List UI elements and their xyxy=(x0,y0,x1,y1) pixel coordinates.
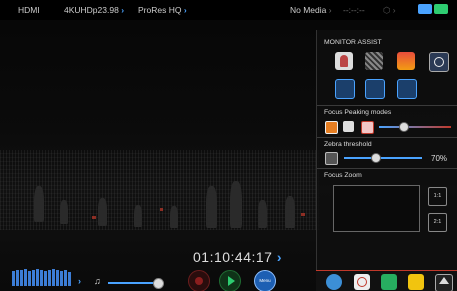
audio-meters[interactable] xyxy=(12,268,74,286)
timecode-value: 01:10:44:17 xyxy=(193,249,273,265)
meter-bar xyxy=(48,270,51,286)
remaining-time: --:--:-- xyxy=(343,5,365,15)
zoom-2-1-button[interactable]: 2:1 xyxy=(428,213,447,232)
focus-zoom-title: Focus Zoom xyxy=(324,172,362,179)
color-channels-icon[interactable] xyxy=(429,52,449,72)
meter-bar xyxy=(56,270,59,286)
peaking-mode-red-icon[interactable] xyxy=(361,121,374,134)
person-silhouette xyxy=(170,206,178,228)
meter-bar xyxy=(12,271,15,286)
safe-area-icon[interactable] xyxy=(365,79,385,99)
peaking-slider-knob[interactable] xyxy=(399,122,409,132)
person-silhouette xyxy=(98,198,107,226)
monitor-assist-title: MONITOR ASSIST xyxy=(324,39,382,46)
media-status[interactable]: No Media › xyxy=(290,5,332,15)
focus-peaking-icon[interactable] xyxy=(397,52,415,70)
person-silhouette xyxy=(60,200,68,224)
focus-peaking-title: Focus Peaking modes xyxy=(324,109,392,116)
video-format-label: 4KUHDp23.98 xyxy=(64,5,119,15)
disk-icon: ⬡ › xyxy=(383,5,396,15)
meter-bar xyxy=(44,271,47,286)
zebra-toggle-icon[interactable] xyxy=(325,152,338,165)
chevron-right-icon[interactable]: › xyxy=(78,276,81,286)
crosshair-icon[interactable] xyxy=(354,274,370,290)
zebra-threshold-value: 70% xyxy=(431,154,448,163)
tool-tray xyxy=(316,270,457,291)
video-noise-texture xyxy=(0,150,320,230)
meter-bar xyxy=(20,270,23,286)
person-silhouette xyxy=(230,181,242,228)
headphone-volume-track[interactable] xyxy=(108,282,158,284)
false-color-icon[interactable] xyxy=(335,52,353,70)
monitor-assist-panel: MONITOR ASSIST Focus Peaking modes Zebra… xyxy=(316,30,457,270)
zebra-icon[interactable] xyxy=(365,52,383,70)
peaking-mode-mono-icon[interactable] xyxy=(343,121,354,132)
timecode-display[interactable]: 01:10:44:17 › xyxy=(193,249,282,265)
crosshair-ring xyxy=(357,277,367,287)
media-label: No Media xyxy=(290,5,327,15)
codec-label: ProRes HQ xyxy=(138,5,182,15)
battery-b-icon xyxy=(434,4,448,14)
zoom-1-1-button[interactable]: 1:1 xyxy=(428,187,447,206)
notes-icon[interactable] xyxy=(408,274,424,290)
record-icon xyxy=(195,277,203,285)
chevron-right-icon: › xyxy=(183,5,187,15)
person-silhouette xyxy=(206,186,217,228)
circles-icon xyxy=(434,57,444,67)
divider xyxy=(317,168,457,169)
codec-setting[interactable]: ProRes HQ › xyxy=(138,5,187,15)
meter-bar xyxy=(32,270,35,286)
record-button[interactable] xyxy=(188,270,210,291)
meter-bar xyxy=(60,271,63,286)
zebra-threshold-title: Zebra threshold xyxy=(324,141,372,148)
meter-bar xyxy=(24,269,27,286)
divider xyxy=(317,105,457,106)
chevron-right-icon: › xyxy=(276,249,283,265)
battery-a-icon xyxy=(418,4,432,14)
menu-icon: Menu xyxy=(259,278,271,283)
zebra-slider-track[interactable] xyxy=(344,157,422,159)
anamorphic-icon[interactable] xyxy=(397,79,417,99)
chevron-right-icon: › xyxy=(121,5,125,15)
person-silhouette xyxy=(258,200,267,228)
eject-icon[interactable] xyxy=(435,274,453,291)
divider xyxy=(317,137,457,138)
menu-button[interactable]: Menu xyxy=(254,270,276,291)
person-silhouette xyxy=(34,186,44,222)
scopes-icon[interactable] xyxy=(326,274,342,290)
person-icon xyxy=(340,55,348,67)
flag-icon[interactable] xyxy=(381,274,397,290)
meter-bar xyxy=(16,270,19,286)
peaking-highlight xyxy=(301,213,305,216)
status-bar: HDMI 4KUHDp23.98 › ProRes HQ › No Media … xyxy=(0,0,457,20)
monitor-screen: HDMI 4KUHDp23.98 › ProRes HQ › No Media … xyxy=(0,0,457,291)
play-icon xyxy=(228,276,235,286)
peaking-highlight xyxy=(92,216,96,219)
input-source[interactable]: HDMI xyxy=(18,5,40,15)
meter-bar xyxy=(52,269,55,286)
meter-bar xyxy=(40,270,43,286)
meter-bar xyxy=(68,272,71,286)
meter-bar xyxy=(64,270,67,286)
chevron-right-icon: › xyxy=(328,5,332,15)
headphone-icon: ♫ xyxy=(94,276,101,286)
video-format[interactable]: 4KUHDp23.98 › xyxy=(64,5,124,15)
meter-bar xyxy=(36,269,39,286)
peaking-mode-color-icon[interactable] xyxy=(325,121,338,134)
person-silhouette xyxy=(134,205,142,227)
headphone-volume-knob[interactable] xyxy=(153,278,164,289)
focus-zoom-preview[interactable] xyxy=(333,185,420,232)
frame-guides-icon[interactable] xyxy=(335,79,355,99)
eject-triangle xyxy=(439,277,449,284)
play-button[interactable] xyxy=(219,270,241,291)
person-silhouette xyxy=(285,196,295,228)
peaking-slider-track[interactable] xyxy=(379,126,451,128)
meter-bar xyxy=(28,271,31,286)
peaking-highlight xyxy=(160,208,163,211)
zebra-slider-knob[interactable] xyxy=(371,153,381,163)
